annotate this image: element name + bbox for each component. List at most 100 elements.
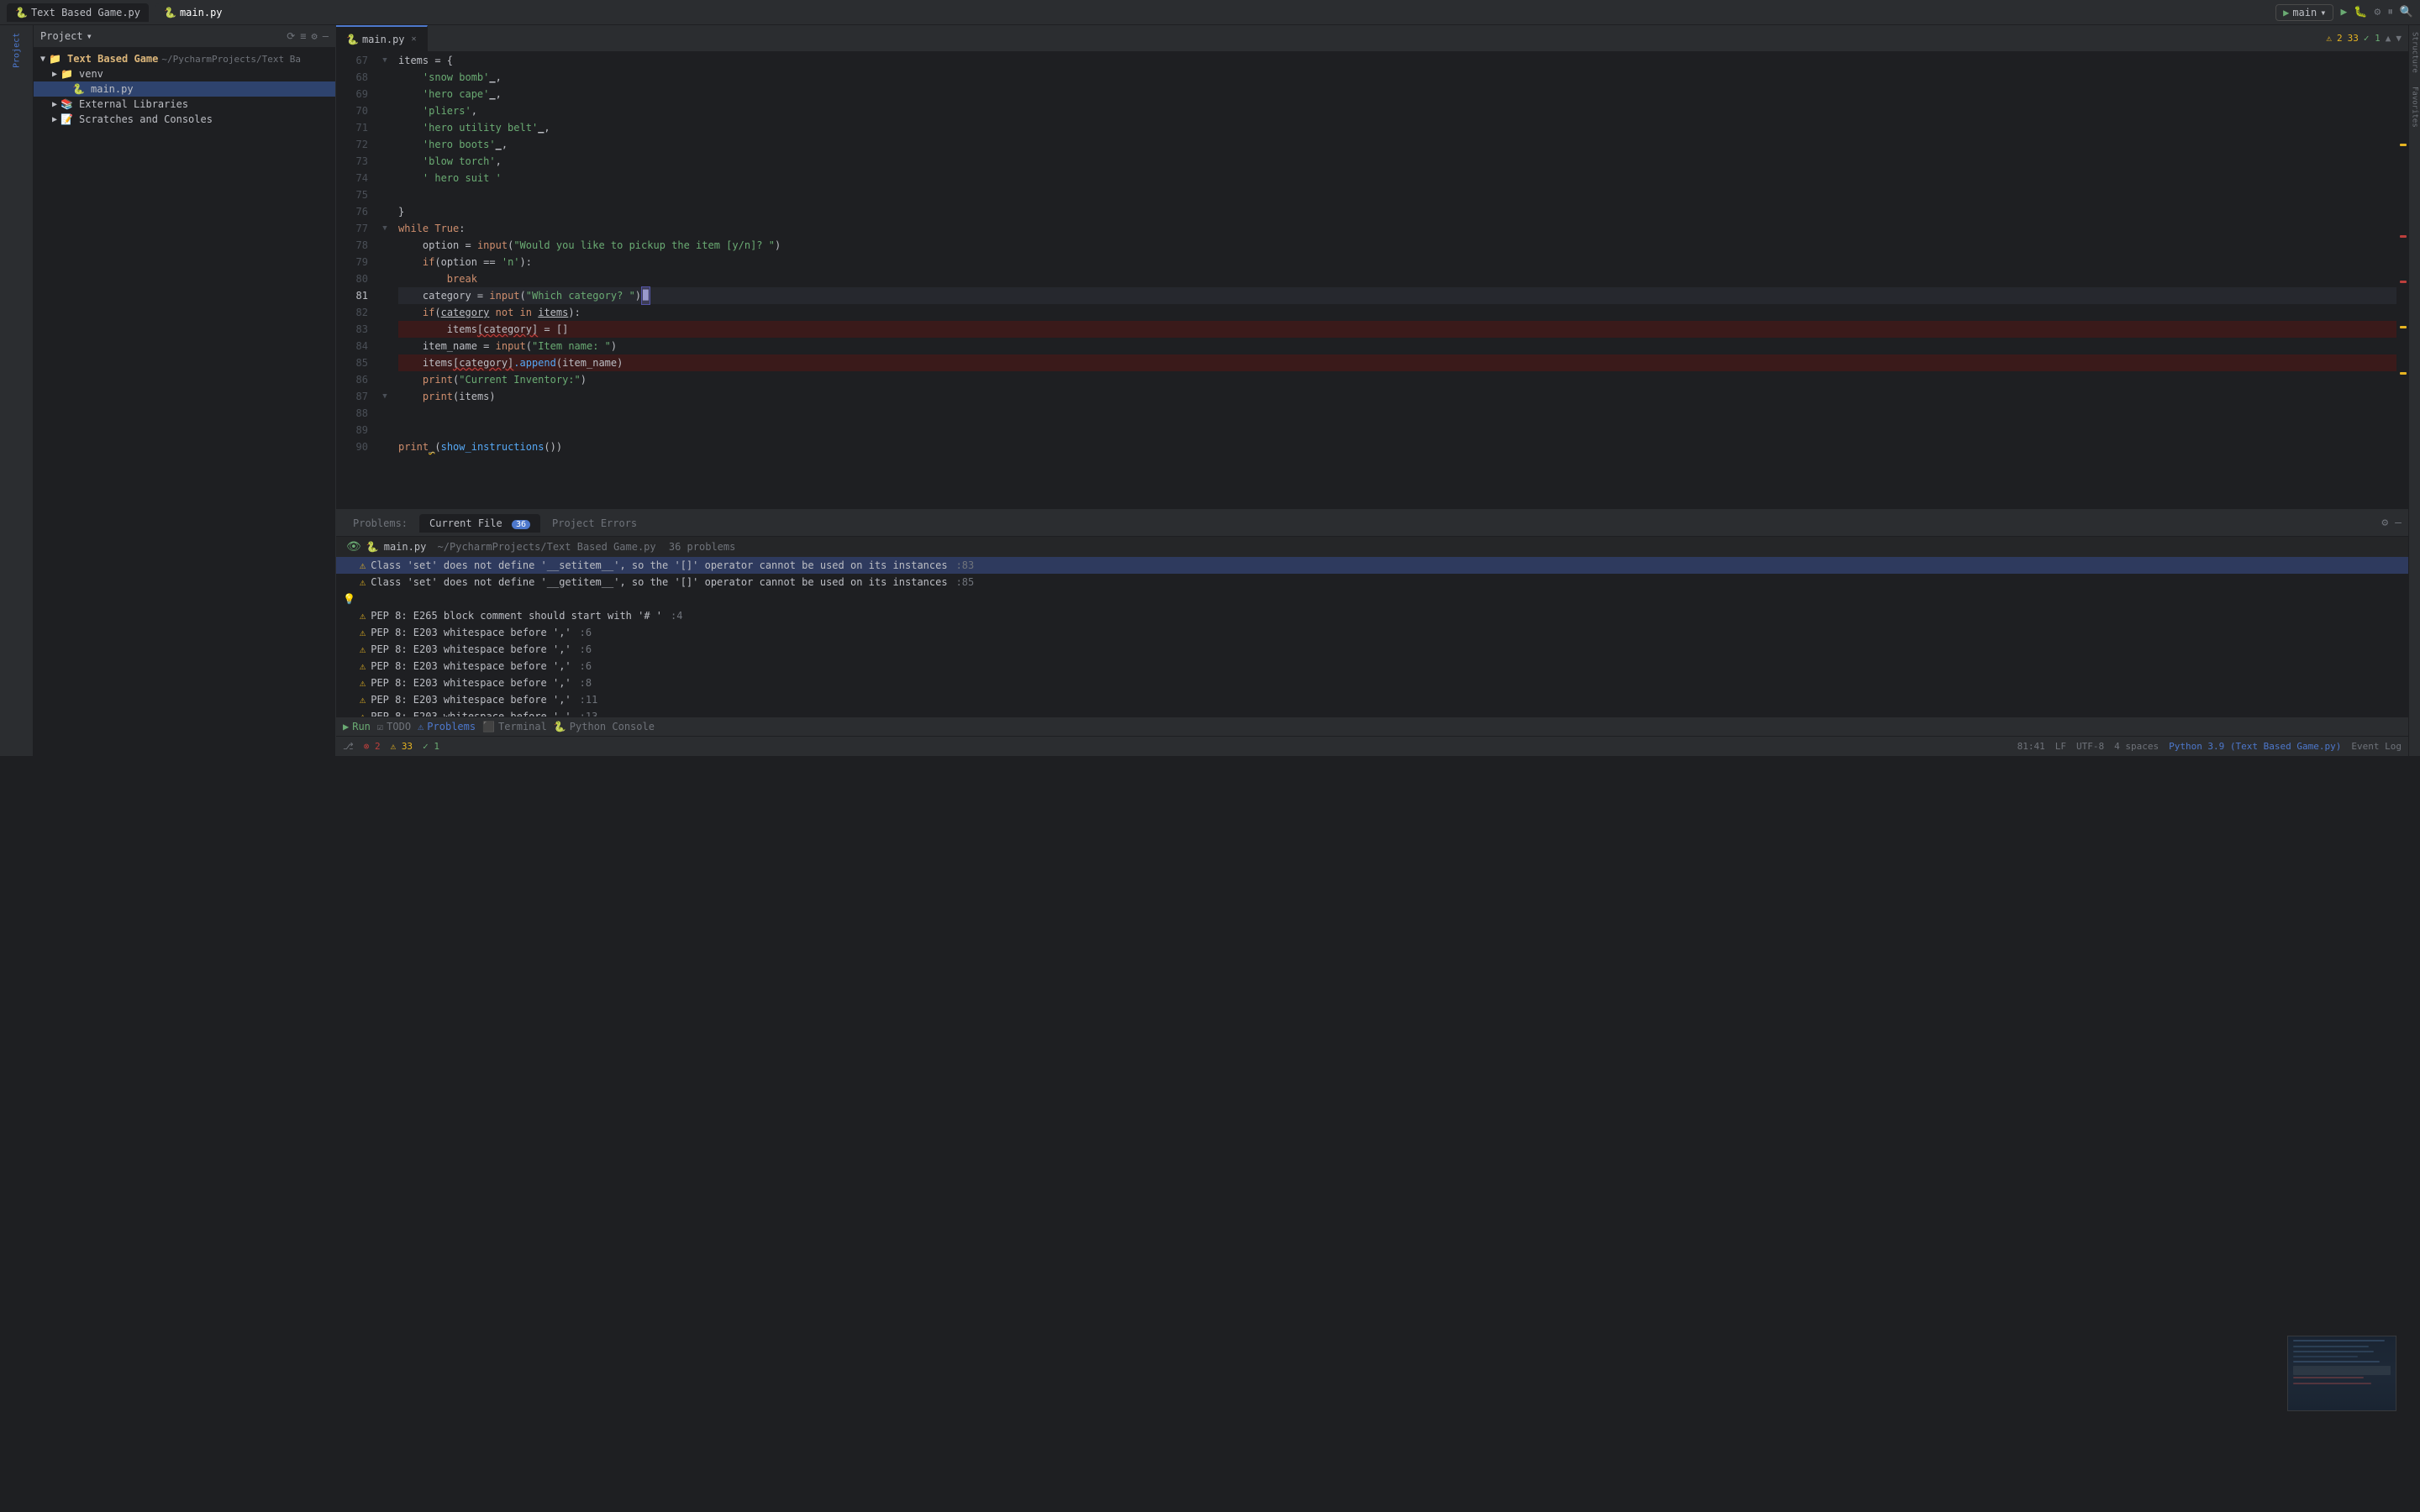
problem-location-8: :13 [580,711,598,717]
error-marker-1 [2400,235,2407,238]
editor-tab-main[interactable]: 🐍 main.py ✕ [336,25,428,51]
fold-75 [378,186,392,203]
venv-label: venv [79,68,103,80]
scroll-up-icon[interactable]: ▲ [2386,33,2391,44]
debug-button[interactable]: 🐛 [2354,6,2367,18]
fold-89 [378,422,392,438]
run-button-bottom[interactable]: ▶ Run [343,721,371,732]
minimap-line-1 [2293,1340,2385,1341]
problem-location-6: :8 [580,677,592,689]
tab-close-icon[interactable]: ✕ [412,34,417,44]
search-button[interactable]: 🔍 [2400,6,2413,18]
problem-location-0: :83 [956,559,975,571]
line-ending[interactable]: LF [2055,741,2066,752]
run-config-dropdown[interactable]: ▶ main ▾ [2275,4,2333,21]
extlibs-arrow: ▶ [49,100,60,109]
code-line-86: print("Current Inventory:") [398,371,2396,388]
code-line-70: 'pliers', [398,102,2396,119]
fold-70 [378,102,392,119]
minimap-line-error [2293,1377,2363,1378]
fold-85 [378,354,392,371]
tree-root[interactable]: ▼ 📁 Text Based Game ~/PycharmProjects/Te… [34,51,335,66]
minimap-viewport [2293,1366,2390,1375]
terminal-button[interactable]: ⬛ Terminal [482,721,547,732]
ln-83: 83 [336,321,368,338]
problem-text-4: PEP 8: E203 whitespace before ',' [371,643,571,655]
tree-main-py[interactable]: ▶ 🐍 main.py [34,81,335,97]
code-line-80: break [398,270,2396,287]
warning-count-badge: 33 [2348,33,2359,44]
problem-item-8[interactable]: ⚠ PEP 8: E203 whitespace before ',' :13 [336,708,2408,717]
minimap [2287,1336,2396,1411]
fold-86 [378,371,392,388]
tree-scratches[interactable]: ▶ 📝 Scratches and Consoles [34,112,335,127]
tree-external-libs[interactable]: ▶ 📚 External Libraries [34,97,335,112]
minimap-content [2288,1336,2396,1410]
fold-87[interactable]: ▼ [378,388,392,405]
pause-button[interactable]: ⏸ [2387,6,2393,18]
problem-item-0[interactable]: ⚠ Class 'set' does not define '__setitem… [336,557,2408,574]
code-line-88 [398,405,2396,422]
indent-type[interactable]: 4 spaces [2114,741,2159,752]
settings-button[interactable]: ⚙ [2374,6,2381,18]
structure-label[interactable]: Structure [2409,25,2420,80]
problem-item-4[interactable]: ⚠ PEP 8: E203 whitespace before ',' :6 [336,641,2408,658]
current-file-tab[interactable]: Current File 36 [419,514,540,533]
cursor-position[interactable]: 81:41 [2018,741,2045,752]
tree-venv[interactable]: ▶ 📁 venv [34,66,335,81]
problem-item-3[interactable]: ⚠ PEP 8: E203 whitespace before ',' :6 [336,624,2408,641]
fold-76[interactable] [378,203,392,220]
bottom-tool-buttons: ▶ Run ☑ TODO ⚠ Problems ⬛ Terminal 🐍 [336,717,2408,736]
close-panel-icon[interactable]: — [323,30,329,42]
code-editor[interactable]: 67 68 69 70 71 72 73 74 75 76 77 78 79 8… [336,52,2408,509]
problem-text-3: PEP 8: E203 whitespace before ',' [371,627,571,638]
left-icon-project[interactable]: Project [2,35,32,66]
root-label: Text Based Game [67,53,158,65]
ok-status: ✓ 1 [423,741,439,752]
project-errors-tab[interactable]: Project Errors [542,514,647,533]
python-version[interactable]: Python 3.9 (Text Based Game.py) [2169,741,2341,752]
code-content[interactable]: items = { 'snow bomb'_, 'hero cape'_, 'p… [392,52,2396,509]
title-tab-project[interactable]: 🐍 Text Based Game.py [7,3,149,22]
problem-item-2[interactable]: ⚠ PEP 8: E265 block comment should start… [336,607,2408,624]
tree-settings-icon[interactable]: ⚙ [312,30,318,42]
problem-item-info[interactable]: 💡 [336,591,2408,607]
problem-info-icon: 💡 [343,593,355,605]
main-file-label: main.py [180,7,223,18]
minimap-line-4 [2293,1356,2358,1357]
fold-77[interactable]: ▼ [378,220,392,237]
code-line-81: category = input("Which category? ")█ [398,287,2396,304]
fold-71 [378,119,392,136]
fold-67[interactable]: ▼ [378,52,392,69]
problem-item-7[interactable]: ⚠ PEP 8: E203 whitespace before ',' :11 [336,691,2408,708]
collapse-icon[interactable]: ≡ [300,30,306,42]
project-expand-icon: ▾ [87,30,92,42]
code-line-83: items[category] = [] [398,321,2396,338]
status-bar: ⎇ ⊗ 2 ⚠ 33 ✓ 1 81:41 LF UTF-8 4 spaces [336,736,2408,756]
fold-78 [378,237,392,254]
status-left: ⎇ ⊗ 2 ⚠ 33 ✓ 1 [343,741,439,752]
charset[interactable]: UTF-8 [2076,741,2104,752]
event-log[interactable]: Event Log [2351,741,2402,752]
left-gutter: Project [0,25,34,756]
python-console-button[interactable]: 🐍 Python Console [554,721,655,732]
problems-button[interactable]: ⚠ Problems [418,721,476,732]
problem-item-1[interactable]: ⚠ Class 'set' does not define '__getitem… [336,574,2408,591]
problem-text-2: PEP 8: E265 block comment should start w… [371,610,662,622]
problem-item-5[interactable]: ⚠ PEP 8: E203 whitespace before ',' :6 [336,658,2408,675]
sync-icon[interactable]: ⟳ [287,30,295,42]
ln-77: 77 [336,220,368,237]
ln-72: 72 [336,136,368,153]
panel-minimize-icon[interactable]: — [2395,517,2402,529]
ln-80: 80 [336,270,368,287]
title-tab-main[interactable]: 🐍 main.py [155,3,231,22]
run-button[interactable]: ▶ [2340,6,2347,18]
error-icon-status: ⊗ [364,741,370,752]
problem-location-4: :6 [580,643,592,655]
todo-button[interactable]: ☑ TODO [377,721,411,732]
favorites-label[interactable]: Favorites [2409,80,2420,134]
panel-settings-icon[interactable]: ⚙ [2381,517,2388,529]
scroll-down-icon[interactable]: ▼ [2396,33,2402,44]
problem-item-6[interactable]: ⚠ PEP 8: E203 whitespace before ',' :8 [336,675,2408,691]
root-path: ~/PycharmProjects/Text Ba [161,54,301,65]
